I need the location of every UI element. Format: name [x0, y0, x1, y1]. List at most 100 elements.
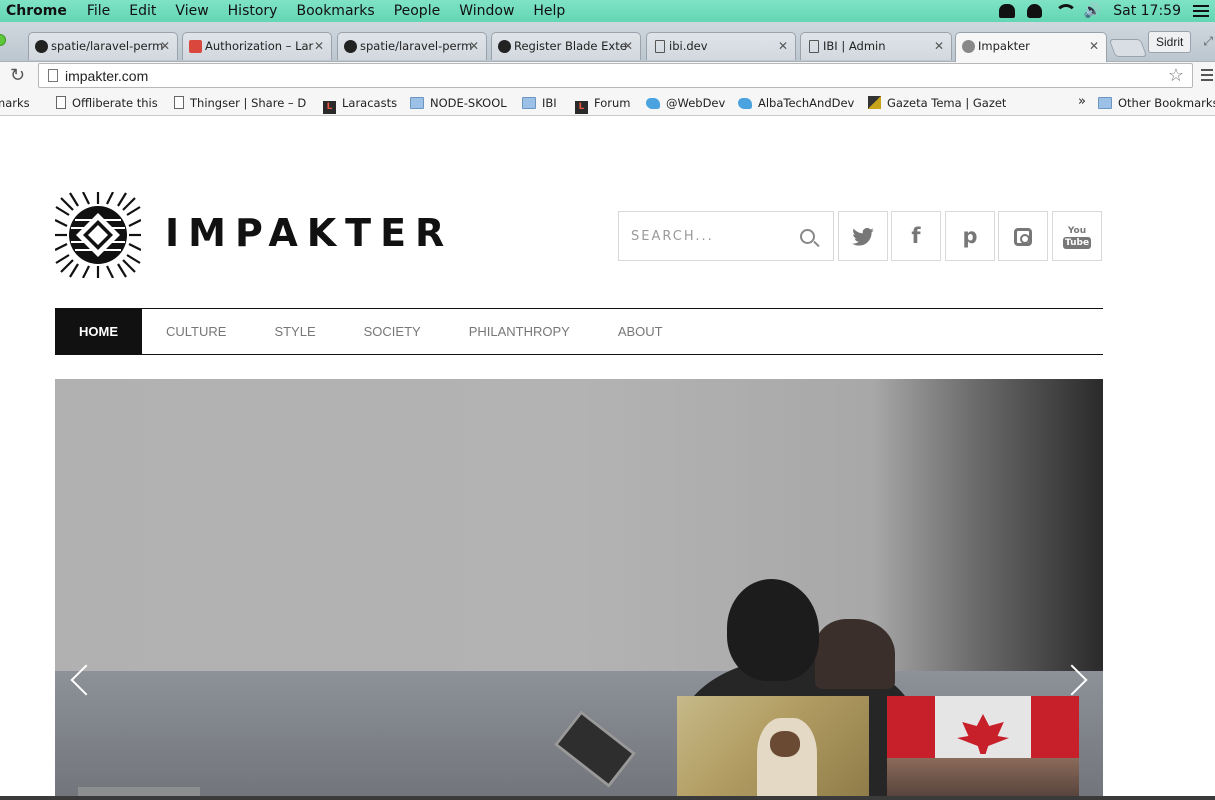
volume-icon[interactable]: 🔊 — [1084, 3, 1101, 19]
tab-label: Register Blade Exte — [514, 39, 627, 53]
slider-thumbnail-1[interactable] — [677, 696, 869, 800]
tab-label: ibi.dev — [669, 39, 708, 53]
nav-style[interactable]: STYLE — [250, 309, 339, 354]
gear-icon — [962, 40, 975, 53]
twitter-icon — [738, 98, 752, 109]
page-icon — [655, 40, 665, 53]
slider-thumbnail-2[interactable] — [887, 696, 1079, 800]
bookmark-item[interactable]: marks — [0, 96, 30, 110]
menu-bookmarks[interactable]: Bookmarks — [296, 3, 374, 19]
tab-label: spatie/laravel-perm — [51, 39, 164, 53]
page-icon — [809, 40, 819, 53]
gazeta-icon — [868, 96, 881, 109]
bookmarks-overflow-chevron[interactable]: » — [1078, 94, 1086, 109]
browser-toolbar: ↻ impakter.com ☆ — [0, 62, 1215, 90]
page-icon — [48, 69, 58, 82]
close-icon[interactable]: ✕ — [934, 39, 944, 53]
new-tab-button[interactable] — [1108, 39, 1148, 57]
elephant-icon[interactable] — [1026, 4, 1042, 18]
twitter-icon[interactable] — [838, 211, 888, 261]
bookmark-forum[interactable]: L Forum — [575, 96, 630, 114]
menu-edit[interactable]: Edit — [129, 3, 156, 19]
menu-file[interactable]: File — [87, 3, 110, 19]
fullscreen-icon[interactable]: ⤢ — [1203, 34, 1213, 49]
menu-history[interactable]: History — [228, 3, 278, 19]
tab-ibi-dev[interactable]: ibi.dev ✕ — [646, 32, 796, 60]
status-bar — [0, 796, 1215, 800]
bowler-hat-icon[interactable] — [998, 4, 1015, 18]
nav-philanthropy[interactable]: PHILANTHROPY — [445, 309, 594, 354]
youtube-icon[interactable]: You Tube — [1052, 211, 1102, 261]
github-icon — [498, 40, 511, 53]
bookmarks-bar: marks Offliberate this Thingser | Share … — [0, 90, 1215, 116]
main-navigation: HOME CULTURE STYLE SOCIETY PHILANTHROPY … — [55, 308, 1103, 355]
site-brand-wordmark[interactable]: IMPAKTER — [165, 211, 453, 255]
nav-about[interactable]: ABOUT — [594, 309, 687, 354]
tab-label: spatie/laravel-perm — [360, 39, 473, 53]
os-menu-bar: Chrome File Edit View History Bookmarks … — [0, 0, 1215, 22]
menu-window[interactable]: Window — [459, 3, 514, 19]
tab-label: Authorization – Lar — [205, 39, 314, 53]
close-icon[interactable]: ✕ — [160, 39, 170, 53]
site-search-box[interactable] — [618, 211, 834, 261]
tab-spatie-permission-1[interactable]: spatie/laravel-perm ✕ — [28, 32, 178, 60]
tab-label: Impakter — [978, 39, 1030, 53]
window-zoom-button[interactable] — [0, 34, 6, 46]
menu-people[interactable]: People — [394, 3, 441, 19]
page-icon — [174, 96, 184, 109]
tab-spatie-permission-2[interactable]: spatie/laravel-perm ✕ — [337, 32, 487, 60]
app-menu[interactable]: Chrome — [6, 3, 67, 19]
bookmark-node-skool[interactable]: NODE-SKOOL — [410, 96, 507, 110]
bookmark-thingser[interactable]: Thingser | Share – D — [174, 96, 306, 110]
bookmark-albatech[interactable]: AlbaTechAndDev — [738, 96, 854, 110]
tab-register-blade[interactable]: Register Blade Exte ✕ — [491, 32, 641, 60]
reload-icon[interactable]: ↻ — [10, 65, 25, 86]
bookmark-webdev[interactable]: @WebDev — [646, 96, 725, 110]
bookmark-offliberate[interactable]: Offliberate this — [56, 96, 158, 110]
wifi-icon[interactable] — [1054, 4, 1077, 18]
instagram-icon[interactable] — [998, 211, 1048, 261]
webpage: IMPAKTER f p YouTube HOME CULTURE STYLE … — [0, 117, 1215, 800]
tab-authorization[interactable]: Authorization – Lar ✕ — [182, 32, 332, 60]
impakter-logo-icon[interactable] — [55, 192, 141, 278]
close-icon[interactable]: ✕ — [1089, 39, 1099, 53]
pinterest-icon[interactable]: p — [945, 211, 995, 261]
laravel-icon — [189, 40, 202, 53]
nav-home[interactable]: HOME — [55, 309, 142, 354]
search-input[interactable] — [631, 226, 791, 246]
clock[interactable]: Sat 17:59 — [1113, 3, 1181, 19]
facebook-icon[interactable]: f — [891, 211, 941, 261]
tab-ibi-admin[interactable]: IBI | Admin ✕ — [800, 32, 952, 60]
profile-button[interactable]: Sidrit — [1148, 31, 1192, 53]
search-icon[interactable] — [800, 229, 815, 244]
bookmark-gazeta[interactable]: Gazeta Tema | Gazet — [868, 96, 1006, 110]
page-icon — [56, 96, 66, 109]
tab-strip: spatie/laravel-perm ✕ Authorization – La… — [0, 22, 1215, 62]
github-icon — [344, 40, 357, 53]
close-icon[interactable]: ✕ — [623, 39, 633, 53]
bookmark-ibi[interactable]: IBI — [522, 96, 557, 110]
folder-icon — [522, 97, 536, 109]
menu-view[interactable]: View — [175, 3, 208, 19]
menu-help[interactable]: Help — [533, 3, 565, 19]
hero-hood — [815, 619, 895, 689]
twitter-icon — [646, 98, 660, 109]
close-icon[interactable]: ✕ — [314, 39, 324, 53]
bookmark-laracasts[interactable]: L Laracasts — [323, 96, 397, 114]
url-text[interactable]: impakter.com — [65, 68, 148, 84]
nav-society[interactable]: SOCIETY — [340, 309, 445, 354]
list-icon[interactable] — [1193, 5, 1209, 17]
folder-icon — [1098, 97, 1112, 109]
hero-slider[interactable] — [55, 379, 1103, 800]
nav-culture[interactable]: CULTURE — [142, 309, 250, 354]
address-bar[interactable]: impakter.com ☆ — [38, 63, 1193, 88]
hamburger-menu-icon[interactable] — [1201, 69, 1213, 81]
laracasts-icon: L — [575, 101, 588, 114]
bookmark-star-icon[interactable]: ☆ — [1168, 65, 1184, 86]
close-icon[interactable]: ✕ — [778, 39, 788, 53]
bookmark-other[interactable]: Other Bookmarks — [1098, 96, 1215, 110]
hero-person-head — [727, 579, 819, 681]
close-icon[interactable]: ✕ — [469, 39, 479, 53]
github-icon — [35, 40, 48, 53]
tab-impakter[interactable]: Impakter ✕ — [955, 32, 1107, 62]
